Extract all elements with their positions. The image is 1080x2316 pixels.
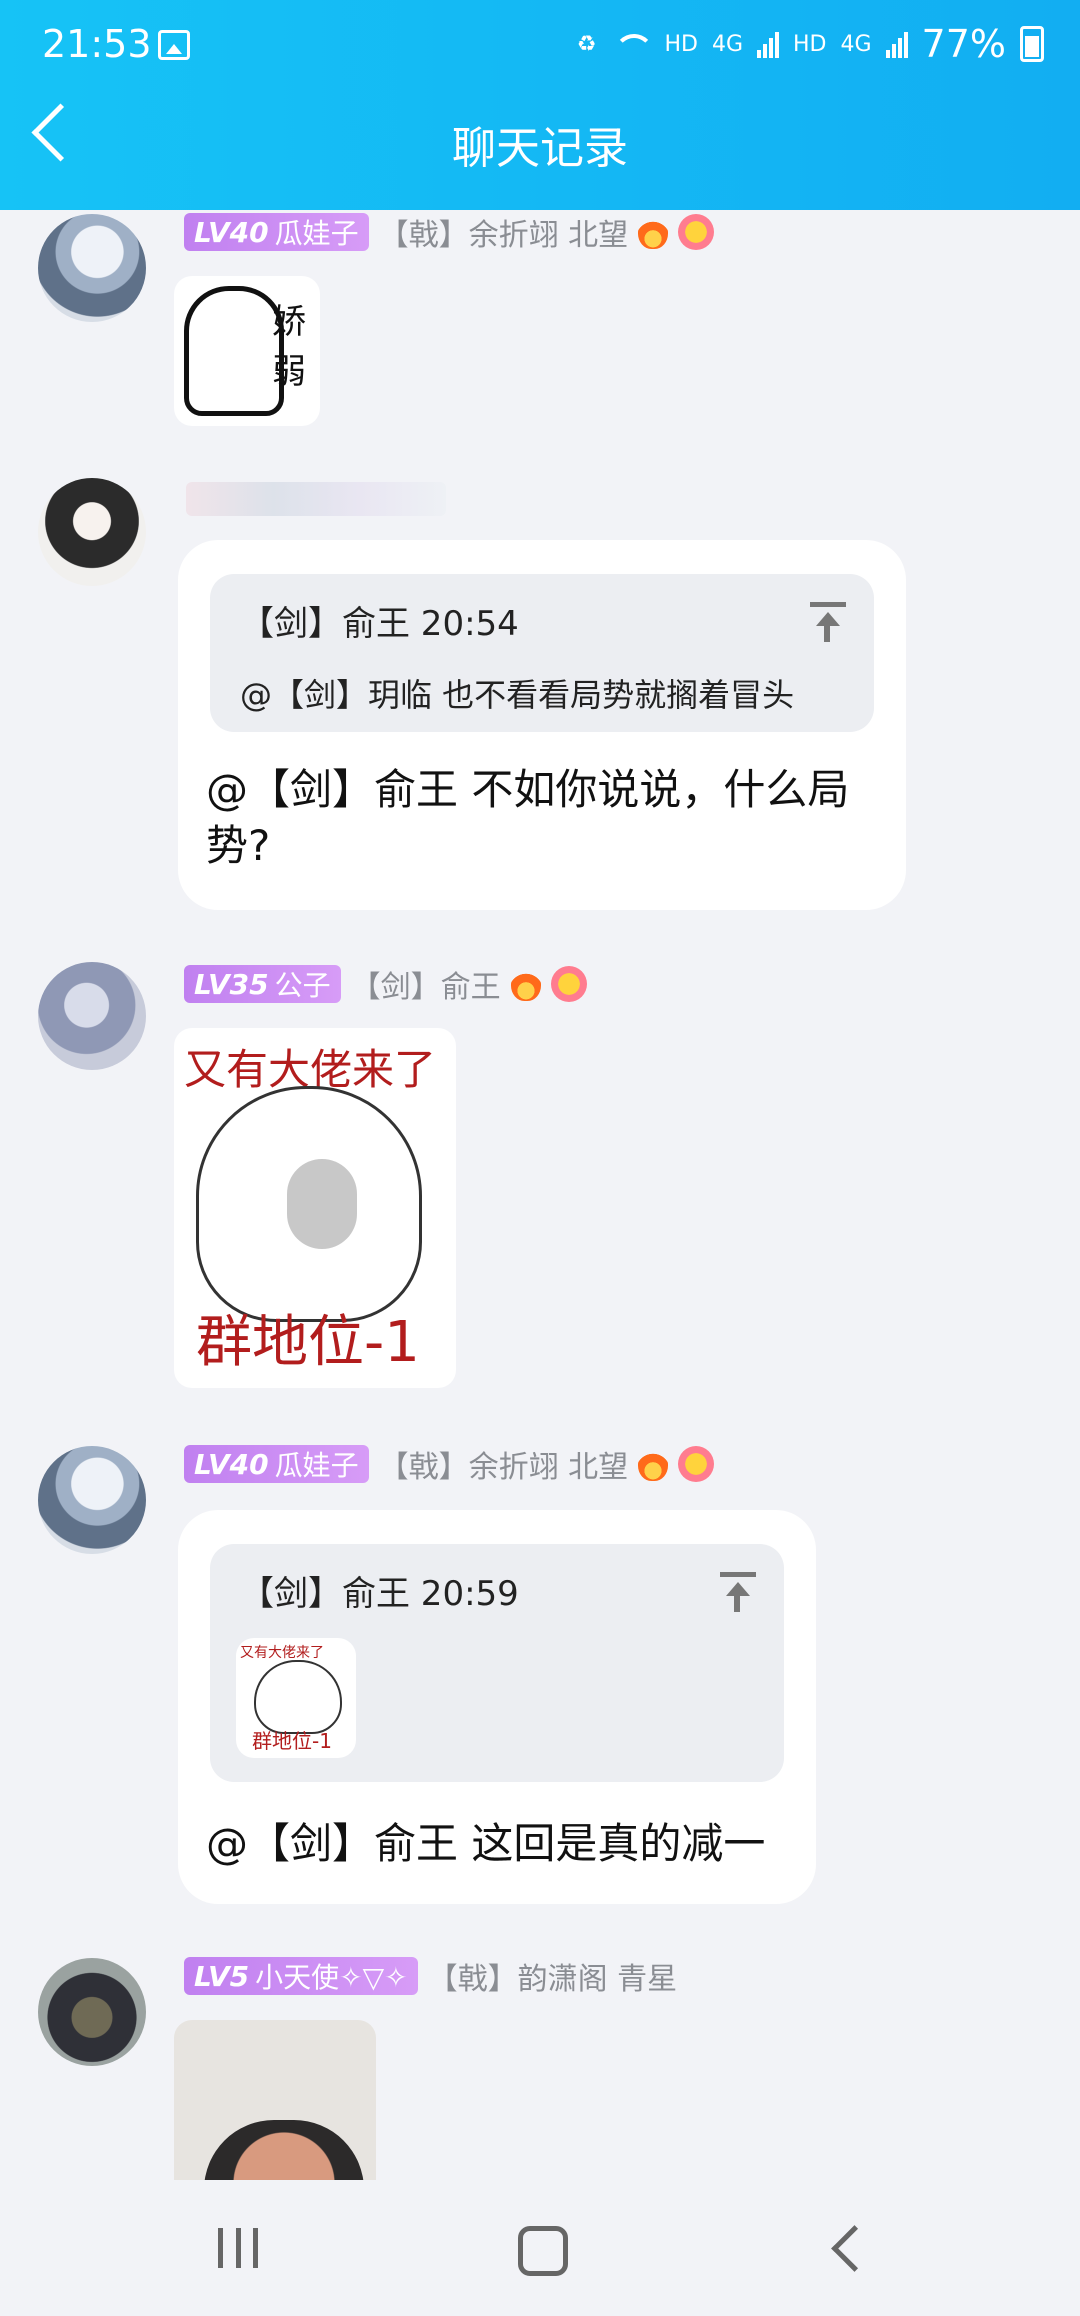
nav-back-icon[interactable]	[831, 2225, 878, 2272]
flower-icon	[678, 1446, 715, 1482]
network-4g-1: 4G	[711, 31, 743, 57]
jump-to-top-stem	[734, 1594, 740, 1612]
quoted-sticker-bottom: 群地位-1	[252, 1729, 332, 1753]
level-text: LV35	[194, 967, 269, 1001]
quoted-sticker[interactable]: 又有大佬来了 群地位-1	[236, 1638, 356, 1758]
network-hd-2: HD	[793, 31, 827, 57]
avatar[interactable]	[38, 962, 146, 1070]
page-title: 聊天记录	[452, 123, 628, 174]
level-text: LV5	[194, 1959, 250, 1993]
status-time: 21:53	[42, 22, 152, 66]
battery-icon	[1020, 26, 1044, 62]
chat-history-list[interactable]: LV40 瓜娃子 【戟】余折翊 北望 娇 弱 【剑】俞王 20:54 @【剑】玥临…	[0, 210, 1080, 2180]
wifi-icon	[610, 30, 655, 58]
avatar[interactable]	[38, 1446, 146, 1554]
message-text: @【剑】俞王 不如你说说，什么局势?	[206, 765, 850, 870]
quote-text: @【剑】玥临 也不看看局势就搁着冒头	[240, 676, 795, 714]
jump-to-top-stem	[824, 624, 830, 642]
message-text: @【剑】俞王 这回是真的减一	[206, 1819, 766, 1868]
reply-bubble[interactable]: 【剑】俞王 20:59 又有大佬来了 群地位-1 @【剑】俞王 这回是真的减一	[178, 1510, 816, 1904]
level-text: LV40	[194, 215, 269, 249]
app-header: 21:53 ♻ HD 4G HD 4G 77% 聊天记录	[0, 0, 1080, 210]
quoted-sticker-top: 又有大佬来了	[240, 1645, 324, 1661]
sticker-message[interactable]: 又有大佬来了 群地位-1	[174, 1028, 456, 1388]
level-badge: LV35 公子	[184, 965, 341, 1003]
signal-icon-2	[885, 30, 908, 58]
nickname: 瓜娃子	[274, 217, 359, 250]
sticker-message[interactable]: 娇 弱	[174, 276, 320, 426]
sender-row: LV35 公子 【剑】俞王	[184, 962, 587, 1006]
avatar[interactable]	[38, 478, 146, 586]
group-title: 【剑】俞王	[350, 970, 501, 1005]
sender-row: LV5 小天使✧▽✧ 【戟】韵潇阁 青星	[184, 1954, 677, 1998]
avatar[interactable]	[38, 214, 146, 322]
battery-percent: 77%	[921, 22, 1006, 66]
sticker-text-1: 娇	[272, 302, 306, 342]
flower-icon	[550, 966, 587, 1002]
group-title: 【戟】余折翊 北望	[378, 218, 629, 253]
status-icons: ♻ HD 4G HD 4G 77%	[577, 22, 1044, 66]
level-badge: LV5 小天使✧▽✧	[184, 1957, 418, 1995]
quoted-message[interactable]: 【剑】俞王 20:59 又有大佬来了 群地位-1	[210, 1544, 784, 1782]
quote-header: 【剑】俞王 20:54	[240, 604, 519, 644]
quoted-message[interactable]: 【剑】俞王 20:54 @【剑】玥临 也不看看局势就搁着冒头	[210, 574, 874, 732]
quote-header: 【剑】俞王 20:59	[240, 1574, 519, 1614]
network-4g-2: 4G	[840, 31, 872, 57]
home-icon[interactable]	[518, 2226, 568, 2276]
nickname: 瓜娃子	[274, 1449, 359, 1482]
fire-icon	[638, 215, 669, 249]
level-text: LV40	[194, 1447, 269, 1481]
fire-icon	[638, 1447, 669, 1481]
level-badge: LV40 瓜娃子	[184, 213, 369, 251]
sender-row: LV40 瓜娃子 【戟】余折翊 北望	[184, 1442, 715, 1486]
group-title: 【戟】韵潇阁 青星	[427, 1962, 678, 1997]
battery-saver-icon: ♻	[576, 31, 597, 57]
avatar[interactable]	[38, 1958, 146, 2066]
flower-icon	[678, 214, 715, 250]
meme-face	[196, 1086, 422, 1322]
quoted-sticker-face	[254, 1660, 342, 1734]
reply-bubble[interactable]: 【剑】俞王 20:54 @【剑】玥临 也不看看局势就搁着冒头 @【剑】俞王 不如…	[178, 540, 906, 910]
sender-row: LV40 瓜娃子 【戟】余折翊 北望	[184, 210, 715, 254]
system-navigation-bar	[0, 2180, 1080, 2316]
recent-apps-icon[interactable]	[218, 2228, 258, 2268]
image-notification-icon	[158, 30, 190, 60]
sticker-bottom-text: 群地位-1	[196, 1310, 420, 1375]
network-hd-1: HD	[664, 31, 698, 57]
blurred-name	[186, 482, 446, 516]
sticker-figure	[184, 286, 284, 416]
group-title: 【戟】余折翊 北望	[378, 1450, 629, 1485]
nickname: 小天使✧▽✧	[255, 1961, 408, 1994]
fire-icon	[510, 967, 541, 1001]
sticker-text-2: 弱	[272, 352, 306, 392]
nickname: 公子	[274, 969, 331, 1002]
level-badge: LV40 瓜娃子	[184, 1445, 369, 1483]
signal-icon-1	[757, 30, 779, 58]
photo-message[interactable]	[174, 2020, 376, 2180]
